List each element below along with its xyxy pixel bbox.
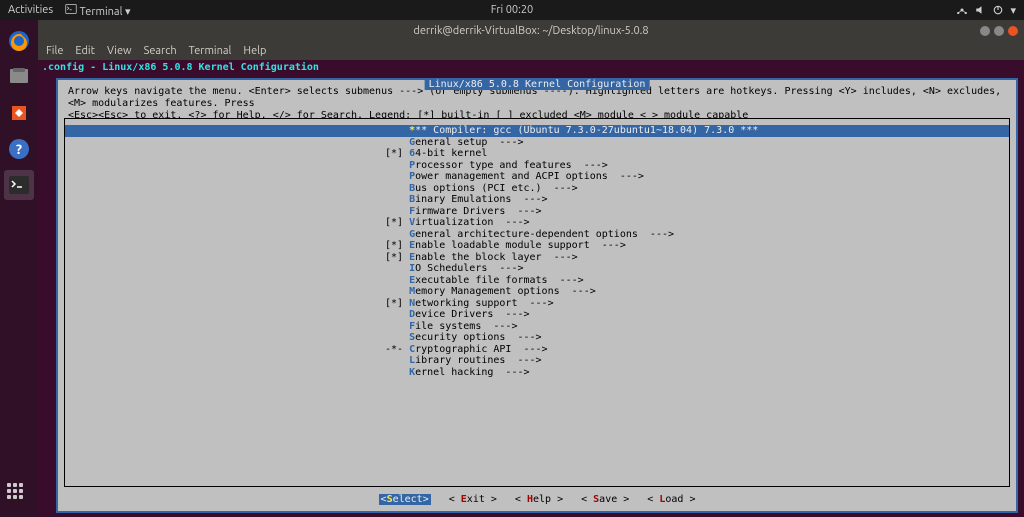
menuconfig-title: Linux/x86 5.0.8 Kernel Configuration [425, 79, 650, 90]
menuconfig-item[interactable]: Library routines ---> [65, 355, 1009, 367]
dock-files[interactable] [4, 62, 34, 92]
clock[interactable]: Fri 00:20 [491, 4, 533, 16]
dropdown-icon[interactable]: ▾ [1010, 4, 1016, 17]
dock-software[interactable] [4, 98, 34, 128]
gnome-topbar: Activities Terminal ▾ Fri 00:20 ▾ [0, 0, 1024, 20]
dock-help[interactable]: ? [4, 134, 34, 164]
window-close[interactable] [1008, 26, 1018, 36]
menuconfig-footer: <Select> < Exit > < Help > < Save > < Load > [58, 494, 1016, 505]
help-icon: ? [7, 137, 31, 161]
menuconfig-item[interactable]: [*] Networking support ---> [65, 298, 1009, 310]
menuconfig-item[interactable]: -*- Cryptographic API ---> [65, 344, 1009, 356]
menuconfig-item[interactable]: General architecture-dependent options -… [65, 229, 1009, 241]
window-title: derrik@derrik-VirtualBox: ~/Desktop/linu… [413, 25, 648, 37]
app-name: Terminal [80, 6, 123, 18]
dock-firefox[interactable] [4, 26, 34, 56]
menuconfig-item[interactable]: Power management and ACPI options ---> [65, 171, 1009, 183]
svg-text:?: ? [16, 141, 22, 157]
network-icon[interactable] [956, 4, 968, 16]
window-titlebar[interactable]: derrik@derrik-VirtualBox: ~/Desktop/linu… [38, 20, 1024, 42]
current-app[interactable]: Terminal ▾ [65, 3, 130, 18]
window-minimize[interactable] [980, 26, 990, 36]
menuconfig-item[interactable]: Firmware Drivers ---> [65, 206, 1009, 218]
files-icon [7, 65, 31, 89]
terminal-viewport[interactable]: .config - Linux/x86 5.0.8 Kernel Configu… [38, 60, 1024, 517]
menuconfig-list: *** Compiler: gcc (Ubuntu 7.3.0-27ubuntu… [64, 118, 1010, 487]
terminal-icon [65, 3, 77, 15]
terminal-menubar: File Edit View Search Terminal Help [38, 42, 1024, 60]
menuconfig-item[interactable]: [*] Enable the block layer ---> [65, 252, 1009, 264]
volume-icon[interactable] [974, 4, 986, 16]
menuconfig-item[interactable]: IO Schedulers ---> [65, 263, 1009, 275]
menuconfig-item[interactable]: Device Drivers ---> [65, 309, 1009, 321]
menuconfig-item[interactable]: [*] 64-bit kernel [65, 148, 1009, 160]
menuconfig-frame: Linux/x86 5.0.8 Kernel Configuration Arr… [56, 78, 1018, 513]
dock-terminal[interactable] [4, 170, 34, 200]
window-maximize[interactable] [994, 26, 1004, 36]
terminal-app-icon [7, 173, 31, 197]
config-path: .config - Linux/x86 5.0.8 Kernel Configu… [38, 60, 1024, 75]
menuconfig-item[interactable]: Memory Management options ---> [65, 286, 1009, 298]
menuconfig-item[interactable]: Processor type and features ---> [65, 160, 1009, 172]
menu-terminal[interactable]: Terminal [189, 45, 232, 57]
menuconfig-item[interactable]: Security options ---> [65, 332, 1009, 344]
menuconfig-item[interactable]: *** Compiler: gcc (Ubuntu 7.3.0-27ubuntu… [65, 125, 1009, 137]
menuconfig-footer-button[interactable]: <Select> [379, 494, 431, 505]
show-applications[interactable] [7, 483, 31, 507]
menuconfig-footer-button[interactable]: < Load > [647, 494, 695, 505]
menuconfig-item[interactable]: Kernel hacking ---> [65, 367, 1009, 379]
menuconfig-item[interactable]: File systems ---> [65, 321, 1009, 333]
activities-button[interactable]: Activities [8, 4, 53, 16]
menuconfig-footer-button[interactable]: < Exit > [449, 494, 497, 505]
menuconfig-footer-button[interactable]: < Help > [515, 494, 563, 505]
menuconfig-item[interactable]: [*] Enable loadable module support ---> [65, 240, 1009, 252]
menuconfig-item[interactable]: Executable file formats ---> [65, 275, 1009, 287]
menuconfig-item[interactable]: Binary Emulations ---> [65, 194, 1009, 206]
menuconfig-item[interactable]: General setup ---> [65, 137, 1009, 149]
software-icon [7, 101, 31, 125]
menu-help[interactable]: Help [243, 45, 266, 57]
firefox-icon [7, 29, 31, 53]
menuconfig-footer-button[interactable]: < Save > [581, 494, 629, 505]
menu-edit[interactable]: Edit [75, 45, 95, 57]
dock: ? [0, 20, 38, 517]
menu-file[interactable]: File [46, 45, 63, 57]
menu-search[interactable]: Search [144, 45, 177, 57]
menuconfig-item[interactable]: Bus options (PCI etc.) ---> [65, 183, 1009, 195]
terminal-window: derrik@derrik-VirtualBox: ~/Desktop/linu… [38, 20, 1024, 517]
menuconfig-item[interactable]: [*] Virtualization ---> [65, 217, 1009, 229]
menu-view[interactable]: View [107, 45, 132, 57]
power-icon[interactable] [992, 4, 1004, 16]
